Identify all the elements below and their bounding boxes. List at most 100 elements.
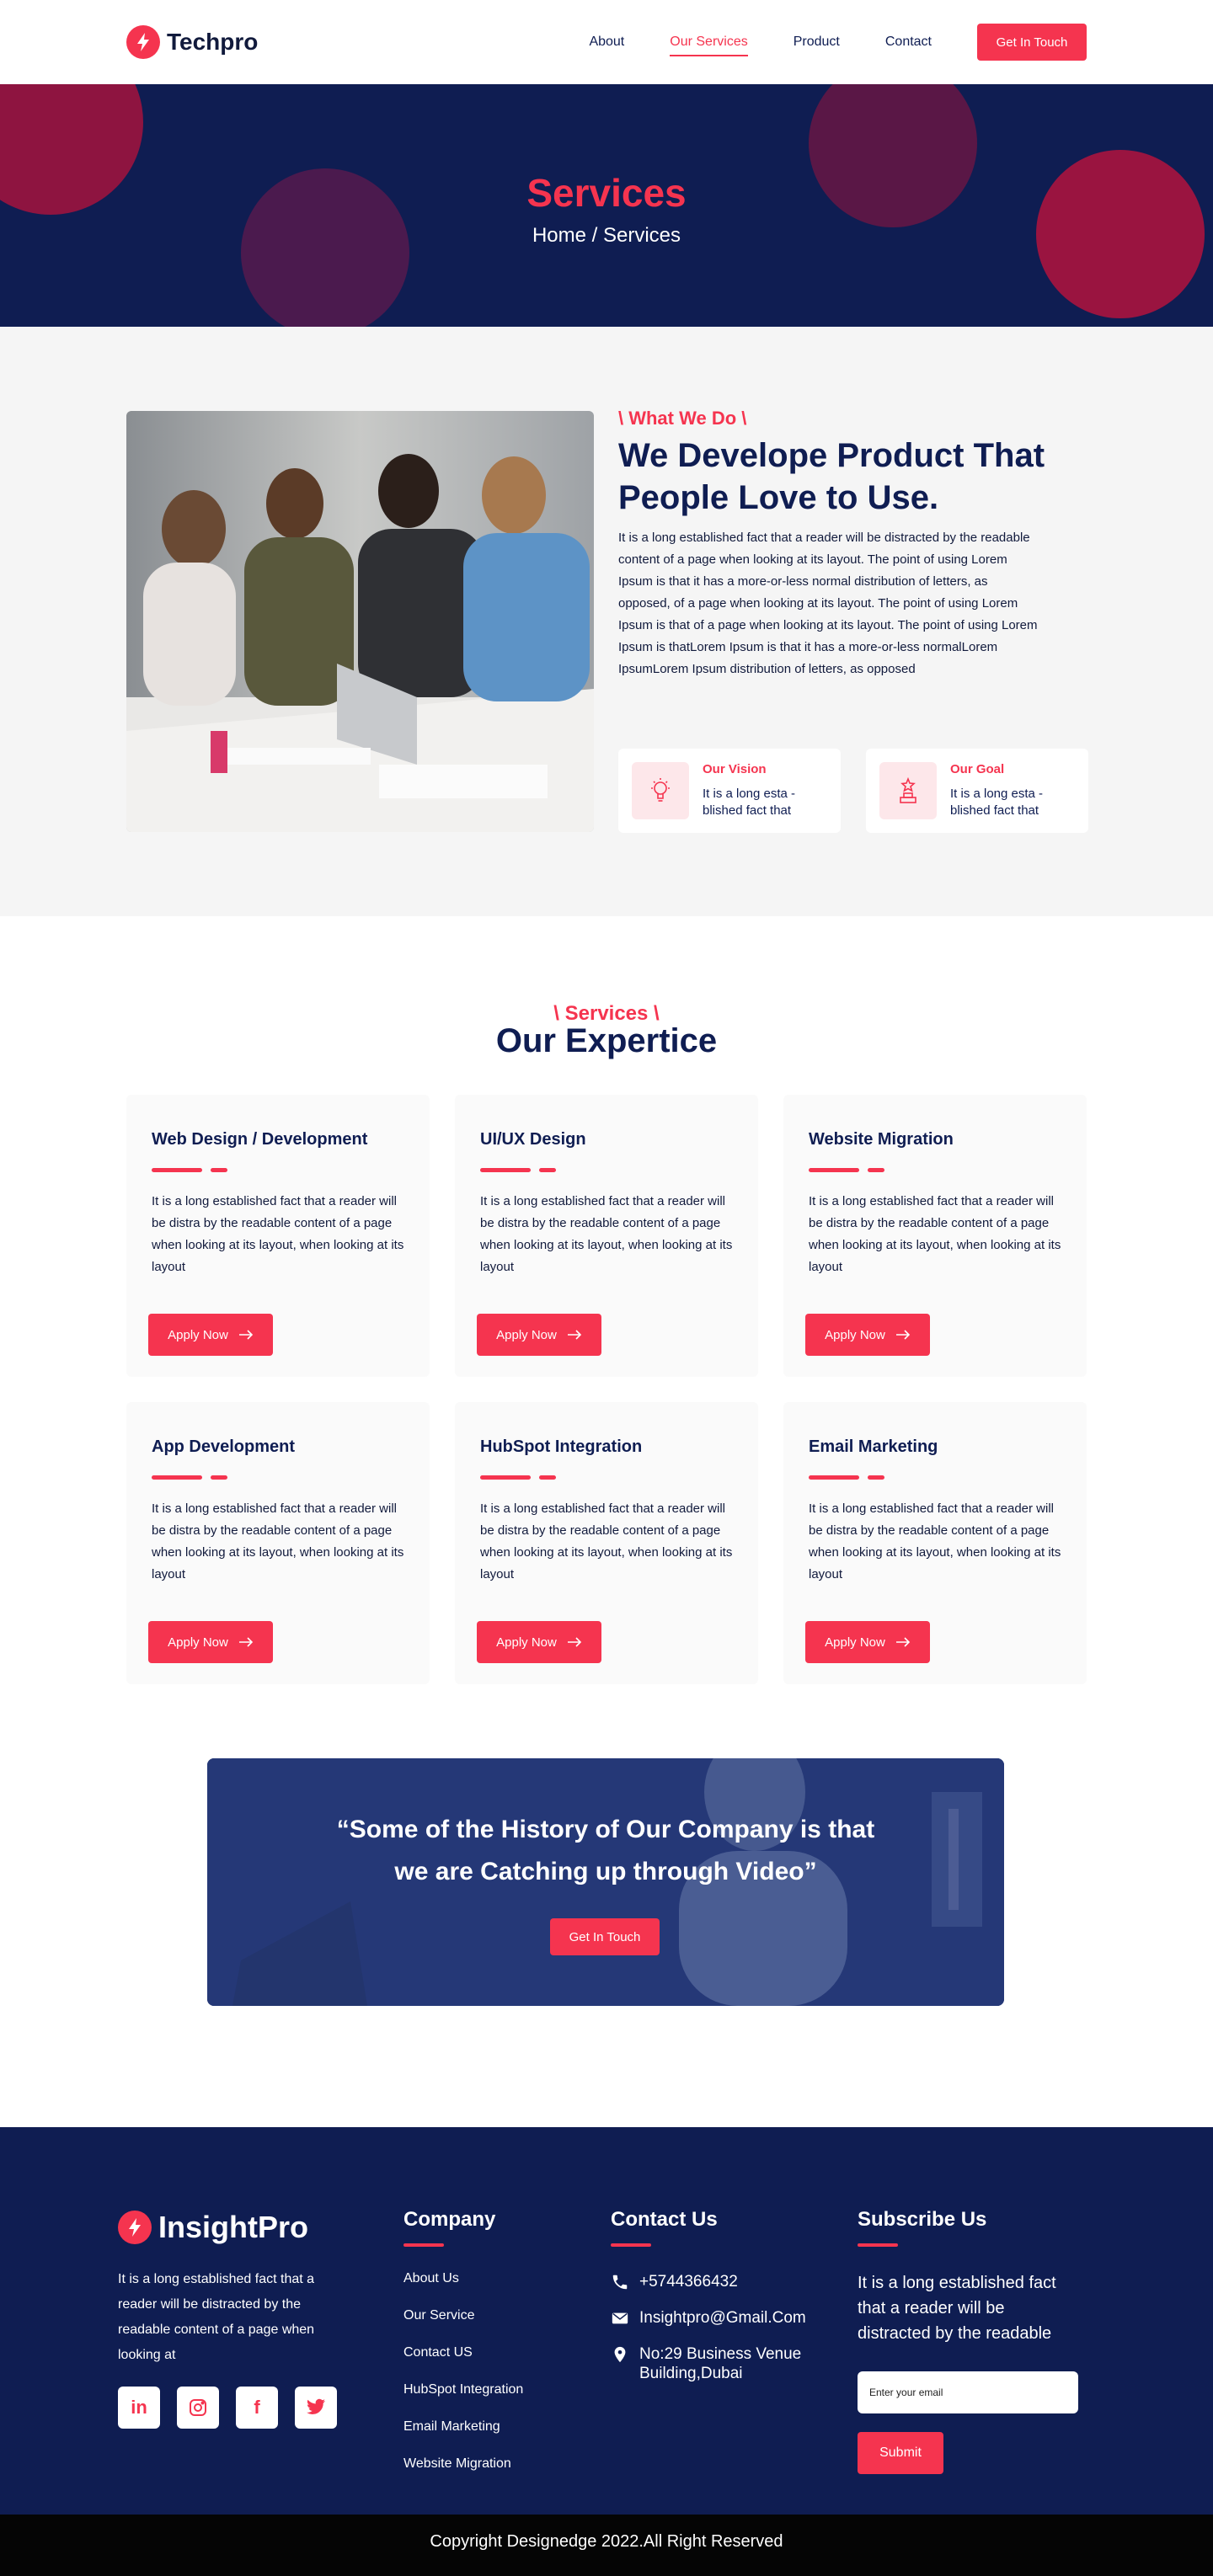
contact-address-text: No:29 Business Venue Building,Dubai: [639, 2345, 802, 2382]
mail-icon: [612, 2312, 628, 2324]
section-body: It is a long established fact that a rea…: [618, 531, 1038, 676]
social-links: in f: [118, 2387, 337, 2429]
arrow-right-icon: [567, 1330, 581, 1340]
apply-now-button[interactable]: Apply Now: [148, 1314, 273, 1356]
footer-link-hubspot[interactable]: HubSpot Integration: [403, 2380, 523, 2417]
apply-now-button[interactable]: Apply Now: [477, 1314, 601, 1356]
card-title: Email Marketing: [809, 1437, 938, 1456]
card-text: It is a long established fact that a rea…: [152, 1194, 404, 1274]
feature-card: Our Vision It is a long esta -blished fa…: [618, 749, 841, 833]
title-underline: [403, 2243, 444, 2247]
service-card: Email Marketing It is a long established…: [783, 1402, 1087, 1684]
apply-now-button[interactable]: Apply Now: [148, 1621, 273, 1663]
what-we-do-section: \ What We Do \ We Develope Product That …: [0, 327, 1213, 916]
feature-title: Our Vision: [703, 762, 767, 776]
service-card: UI/UX Design It is a long established fa…: [455, 1095, 758, 1377]
footer-contact-column: Contact Us +5744366432 Insightpro@Gmail.…: [611, 2208, 830, 2400]
footer-column-title: Contact Us: [611, 2208, 718, 2231]
apply-now-label: Apply Now: [825, 1327, 885, 1342]
footer-column-title: Company: [403, 2208, 496, 2231]
linkedin-icon[interactable]: in: [118, 2387, 160, 2429]
footer-logo[interactable]: InsightPro: [118, 2210, 308, 2245]
feature-card: Our Goal It is a long esta -blished fact…: [866, 749, 1088, 833]
title-underline: [611, 2243, 651, 2247]
bolt-icon: [118, 2211, 152, 2244]
service-card: App Development It is a long established…: [126, 1402, 430, 1684]
card-text: It is a long established fact that a rea…: [152, 1501, 404, 1581]
bolt-icon: [126, 25, 160, 59]
lightbulb-icon: [632, 762, 689, 819]
logo[interactable]: Techpro: [126, 25, 258, 59]
feature-row: Our Vision It is a long esta -blished fa…: [618, 749, 1088, 833]
subscribe-text: It is a long established fact that a rea…: [858, 2274, 1056, 2343]
submit-button[interactable]: Submit: [858, 2432, 943, 2474]
footer-link-our-service[interactable]: Our Service: [403, 2306, 523, 2343]
get-in-touch-button[interactable]: Get In Touch: [550, 1918, 660, 1955]
apply-now-label: Apply Now: [168, 1635, 228, 1650]
card-title: Web Design / Development: [152, 1130, 368, 1149]
copyright-bar: Copyright Designedge 2022.All Right Rese…: [0, 2515, 1213, 2576]
service-card: HubSpot Integration It is a long establi…: [455, 1402, 758, 1684]
arrow-right-icon: [895, 1637, 910, 1647]
video-cta-section: “Some of the History of Our Company is t…: [0, 1725, 1213, 2127]
card-text: It is a long established fact that a rea…: [480, 1501, 733, 1581]
feature-text: It is a long esta -blished fact that: [703, 787, 796, 818]
email-input[interactable]: [858, 2371, 1078, 2413]
footer-link-email-marketing[interactable]: Email Marketing: [403, 2417, 523, 2454]
arrow-right-icon: [238, 1330, 253, 1340]
contact-phone: +5744366432: [611, 2272, 830, 2291]
apply-now-label: Apply Now: [496, 1327, 557, 1342]
team-photo: [126, 411, 594, 832]
twitter-icon[interactable]: [295, 2387, 337, 2429]
nav-contact[interactable]: Contact: [885, 26, 932, 58]
video-quote-line: “Some of the History of Our Company is t…: [336, 1816, 875, 1843]
get-in-touch-button[interactable]: Get In Touch: [977, 24, 1087, 61]
instagram-icon[interactable]: [177, 2387, 219, 2429]
footer-links: About Us Our Service Contact US HubSpot …: [403, 2269, 523, 2491]
contact-email: Insightpro@Gmail.Com: [611, 2308, 830, 2328]
section-heading: We Develope Product That People Love to …: [618, 437, 1045, 516]
footer-link-website-migration[interactable]: Website Migration: [403, 2454, 523, 2491]
card-title: Website Migration: [809, 1130, 954, 1149]
card-title: UI/UX Design: [480, 1130, 586, 1149]
card-text: It is a long established fact that a rea…: [809, 1501, 1061, 1581]
arrow-right-icon: [895, 1330, 910, 1340]
section-eyebrow: \ What We Do \: [618, 408, 747, 429]
phone-icon: [612, 2275, 628, 2290]
page-hero: Services Home / Services: [0, 84, 1213, 327]
facebook-icon[interactable]: f: [236, 2387, 278, 2429]
nav-about[interactable]: About: [589, 26, 624, 58]
card-title: App Development: [152, 1437, 296, 1456]
arrow-right-icon: [567, 1637, 581, 1647]
arrow-right-icon: [238, 1637, 253, 1647]
video-quote: “Some of the History of Our Company is t…: [207, 1809, 1004, 1893]
card-text: It is a long established fact that a rea…: [809, 1194, 1061, 1274]
footer-link-about-us[interactable]: About Us: [403, 2269, 523, 2306]
contact-address: No:29 Business Venue Building,Dubai: [611, 2344, 830, 2383]
apply-now-button[interactable]: Apply Now: [477, 1621, 601, 1663]
apply-now-label: Apply Now: [496, 1635, 557, 1650]
service-card: Web Design / Development It is a long es…: [126, 1095, 430, 1377]
trophy-icon: [879, 762, 937, 819]
video-quote-line: we are Catching up through Video”: [394, 1858, 817, 1885]
card-divider: [809, 1168, 884, 1172]
footer-company-column: Company About Us Our Service Contact US …: [403, 2208, 523, 2491]
nav-product[interactable]: Product: [794, 26, 840, 58]
service-card: Website Migration It is a long establish…: [783, 1095, 1087, 1377]
feature-title: Our Goal: [950, 762, 1005, 776]
card-divider: [152, 1475, 227, 1480]
apply-now-label: Apply Now: [825, 1635, 885, 1650]
about-text-block: \ What We Do \ We Develope Product That …: [618, 408, 1087, 680]
footer-link-contact-us[interactable]: Contact US: [403, 2343, 523, 2380]
card-divider: [809, 1475, 884, 1480]
apply-now-button[interactable]: Apply Now: [805, 1314, 930, 1356]
card-divider: [480, 1475, 556, 1480]
apply-now-button[interactable]: Apply Now: [805, 1621, 930, 1663]
nav-our-services[interactable]: Our Services: [670, 26, 749, 58]
video-banner: “Some of the History of Our Company is t…: [207, 1758, 1004, 2006]
service-cards: Web Design / Development It is a long es…: [126, 1095, 1087, 1684]
title-underline: [858, 2243, 898, 2247]
breadcrumb: Home / Services: [532, 224, 681, 247]
card-title: HubSpot Integration: [480, 1437, 643, 1456]
card-text: It is a long established fact that a rea…: [480, 1194, 733, 1274]
